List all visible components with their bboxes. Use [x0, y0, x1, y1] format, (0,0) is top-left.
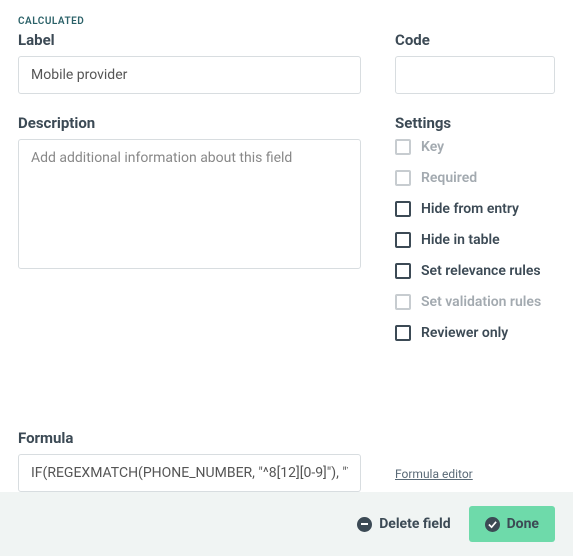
- description-input[interactable]: [18, 139, 361, 269]
- formula-editor-link[interactable]: Formula editor: [395, 467, 473, 481]
- setting-label: Hide from entry: [421, 201, 519, 217]
- checkbox-icon: [395, 139, 411, 155]
- label-heading: Label: [18, 31, 361, 49]
- setting-label: Required: [421, 170, 477, 186]
- setting-label: Set validation rules: [421, 294, 541, 310]
- checkbox-icon: [395, 263, 411, 279]
- checkbox-icon: [395, 294, 411, 310]
- done-button[interactable]: Done: [469, 506, 555, 542]
- setting-label: Key: [421, 139, 444, 155]
- footer: Delete field Done: [0, 492, 573, 556]
- setting-label: Set relevance rules: [421, 263, 541, 279]
- description-heading: Description: [18, 114, 361, 132]
- setting-hide-from-entry[interactable]: Hide from entry: [395, 201, 555, 217]
- formula-input[interactable]: [18, 454, 361, 492]
- setting-label: Hide in table: [421, 232, 500, 248]
- setting-label: Reviewer only: [421, 325, 508, 341]
- checkbox-icon: [395, 232, 411, 248]
- minus-icon: [357, 517, 372, 532]
- label-input[interactable]: [18, 56, 361, 94]
- setting-hide-in-table[interactable]: Hide in table: [395, 232, 555, 248]
- setting-key: Key: [395, 139, 555, 155]
- settings-heading: Settings: [395, 114, 555, 132]
- delete-field-button[interactable]: Delete field: [357, 516, 450, 532]
- checkbox-icon: [395, 325, 411, 341]
- setting-relevance-rules[interactable]: Set relevance rules: [395, 263, 555, 279]
- setting-required: Required: [395, 170, 555, 186]
- settings-list: Key Required Hide from entry Hide in tab…: [395, 139, 555, 341]
- code-heading: Code: [395, 31, 555, 49]
- formula-heading: Formula: [18, 429, 361, 447]
- field-type-badge: CALCULATED: [18, 16, 555, 27]
- checkbox-icon: [395, 201, 411, 217]
- delete-label: Delete field: [379, 516, 450, 532]
- setting-validation-rules: Set validation rules: [395, 294, 555, 310]
- done-label: Done: [507, 516, 539, 532]
- checkbox-icon: [395, 170, 411, 186]
- check-icon: [485, 517, 500, 532]
- code-input[interactable]: [395, 56, 555, 94]
- setting-reviewer-only[interactable]: Reviewer only: [395, 325, 555, 341]
